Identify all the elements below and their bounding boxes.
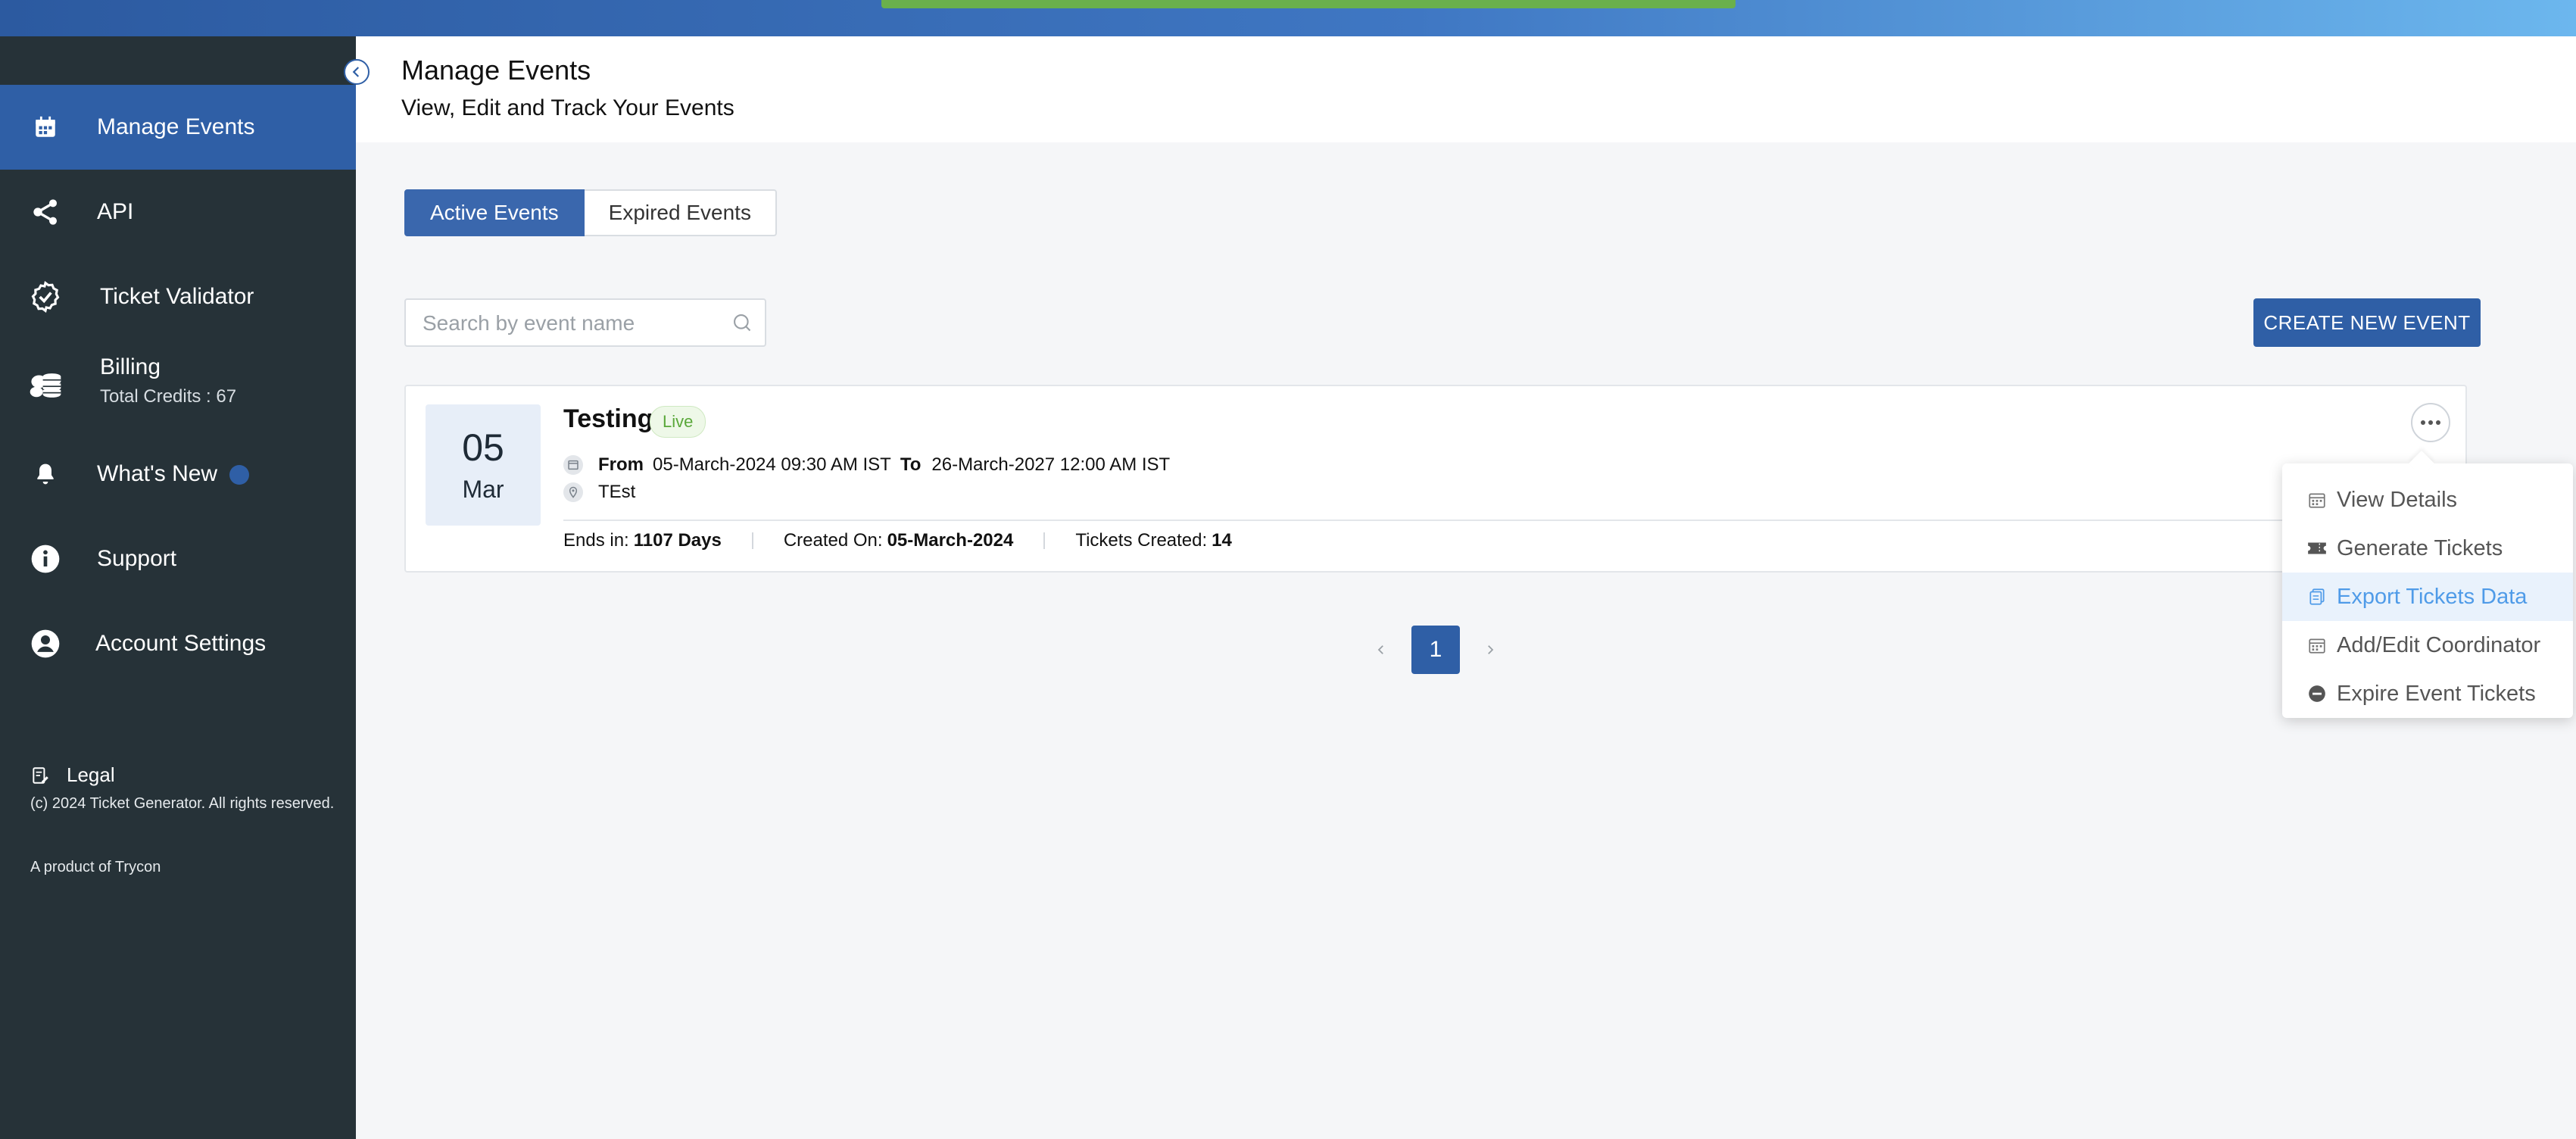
- chevron-left-icon: [1374, 643, 1388, 657]
- menu-item-expire-event-tickets[interactable]: Expire Event Tickets: [2282, 669, 2573, 718]
- event-title[interactable]: Testing: [563, 404, 653, 434]
- menu-item-add-edit-coordinator[interactable]: Add/Edit Coordinator: [2282, 621, 2573, 669]
- ends-in-label: Ends in:: [563, 530, 629, 551]
- event-location: TEst: [563, 482, 635, 503]
- location-pin-icon: [563, 482, 583, 502]
- event-date-range: From 05-March-2024 09:30 AM IST To 26-Ma…: [563, 454, 1170, 476]
- coins-icon: [29, 369, 62, 402]
- more-dots-icon: [2421, 420, 2425, 425]
- tab-expired-events[interactable]: Expired Events: [584, 189, 777, 236]
- event-actions-menu: View Details Generate Tickets Export Tic…: [2282, 463, 2573, 718]
- event-date-box: 05 Mar: [426, 404, 541, 526]
- next-page-button[interactable]: [1472, 626, 1508, 674]
- copyright-text: (c) 2024 Ticket Generator. All rights re…: [30, 795, 335, 812]
- created-on-label: Created On:: [783, 530, 883, 551]
- sidebar-item-label: Billing: [100, 354, 161, 379]
- document-edit-icon: [30, 766, 50, 785]
- event-card[interactable]: 05 Mar Testing Live From 05-March-2024 0…: [404, 385, 2467, 573]
- status-badge: Live: [650, 406, 706, 438]
- page-header: Manage Events View, Edit and Track Your …: [356, 36, 2576, 142]
- more-dot: [2428, 420, 2433, 425]
- total-credits: Total Credits : 67: [100, 386, 237, 407]
- ends-in-value: 1107 Days: [633, 530, 722, 551]
- from-label: From: [598, 454, 644, 475]
- page-title: Manage Events: [401, 55, 591, 86]
- created-on-value: 05-March-2024: [887, 530, 1014, 551]
- menu-item-label: Generate Tickets: [2337, 535, 2503, 560]
- sidebar-item-label: Account Settings: [95, 631, 267, 656]
- chevron-right-icon: [1483, 643, 1497, 657]
- sidebar-item-billing[interactable]: Billing Total Credits : 67: [0, 339, 356, 432]
- legal-link[interactable]: Legal: [30, 763, 115, 787]
- create-new-event-button[interactable]: CREATE NEW EVENT: [2253, 298, 2481, 347]
- sidebar-item-whats-new[interactable]: What's New: [0, 432, 356, 516]
- event-day: 05: [462, 426, 504, 469]
- to-label: To: [900, 454, 922, 475]
- more-dot: [2436, 420, 2440, 425]
- menu-item-label: Export Tickets Data: [2337, 584, 2528, 609]
- previous-page-button[interactable]: [1363, 626, 1399, 674]
- calendar-icon: [29, 111, 62, 144]
- meta-separator: [1043, 532, 1046, 549]
- bell-icon: [29, 457, 62, 491]
- ticket-icon: [2306, 538, 2328, 559]
- badge-check-icon: [29, 280, 62, 314]
- pagination: 1: [1363, 626, 1508, 674]
- menu-item-label: Add/Edit Coordinator: [2337, 632, 2541, 657]
- export-icon: [2306, 586, 2328, 607]
- sidebar-item-label: Ticket Validator: [100, 284, 254, 309]
- search-input[interactable]: [421, 300, 719, 347]
- new-indicator-dot: [229, 465, 250, 485]
- sidebar-item-manage-events[interactable]: Manage Events: [0, 85, 356, 170]
- meta-separator: [751, 532, 753, 549]
- tickets-created-value: 14: [1212, 530, 1232, 551]
- sidebar-item-support[interactable]: Support: [0, 516, 356, 601]
- from-datetime: 05-March-2024 09:30 AM IST: [653, 454, 891, 475]
- account-icon: [29, 627, 62, 660]
- collapse-sidebar-button[interactable]: [344, 59, 370, 85]
- menu-item-export-tickets-data[interactable]: Export Tickets Data: [2282, 573, 2573, 621]
- page-subtitle: View, Edit and Track Your Events: [401, 95, 734, 120]
- calendar-icon: [2306, 635, 2328, 656]
- to-datetime: 26-March-2027 12:00 AM IST: [931, 454, 1171, 475]
- calendar-icon: [2306, 489, 2328, 510]
- minus-circle-icon: [2306, 683, 2328, 704]
- top-bar: [0, 0, 2576, 36]
- menu-item-view-details[interactable]: View Details: [2282, 476, 2573, 524]
- tickets-created-label: Tickets Created:: [1075, 530, 1208, 551]
- search-icon[interactable]: [731, 312, 753, 333]
- more-options-button[interactable]: [2411, 403, 2450, 442]
- loading-progress-bar: [881, 0, 1736, 8]
- search-box: [404, 298, 766, 347]
- event-month: Mar: [462, 476, 504, 503]
- sidebar-item-label: Manage Events: [97, 114, 255, 139]
- sidebar: Manage Events API Ticket Validator Billi…: [0, 36, 356, 1139]
- menu-item-label: View Details: [2337, 487, 2458, 512]
- sidebar-item-label: What's New: [97, 461, 250, 487]
- info-icon: [29, 542, 62, 576]
- sidebar-item-account-settings[interactable]: Account Settings: [0, 601, 356, 686]
- calendar-icon: [563, 455, 583, 475]
- sidebar-item-api[interactable]: API: [0, 170, 356, 254]
- chevron-left-icon: [350, 65, 363, 79]
- location-text: TEst: [598, 482, 636, 502]
- legal-label: Legal: [67, 763, 115, 786]
- share-icon: [29, 195, 62, 229]
- card-divider: [563, 520, 2441, 521]
- event-tabs: Active Events Expired Events: [404, 189, 777, 236]
- sidebar-item-label: Support: [97, 546, 177, 571]
- event-meta: Ends in: 1107 Days Created On: 05-March-…: [563, 530, 1232, 551]
- menu-item-generate-tickets[interactable]: Generate Tickets: [2282, 524, 2573, 573]
- sidebar-item-label: API: [97, 199, 134, 224]
- page-number-current[interactable]: 1: [1411, 626, 1460, 674]
- product-credit-text: A product of Trycon: [30, 859, 161, 875]
- menu-item-label: Expire Event Tickets: [2337, 681, 2536, 706]
- sidebar-item-ticket-validator[interactable]: Ticket Validator: [0, 254, 356, 339]
- tab-active-events[interactable]: Active Events: [404, 189, 585, 236]
